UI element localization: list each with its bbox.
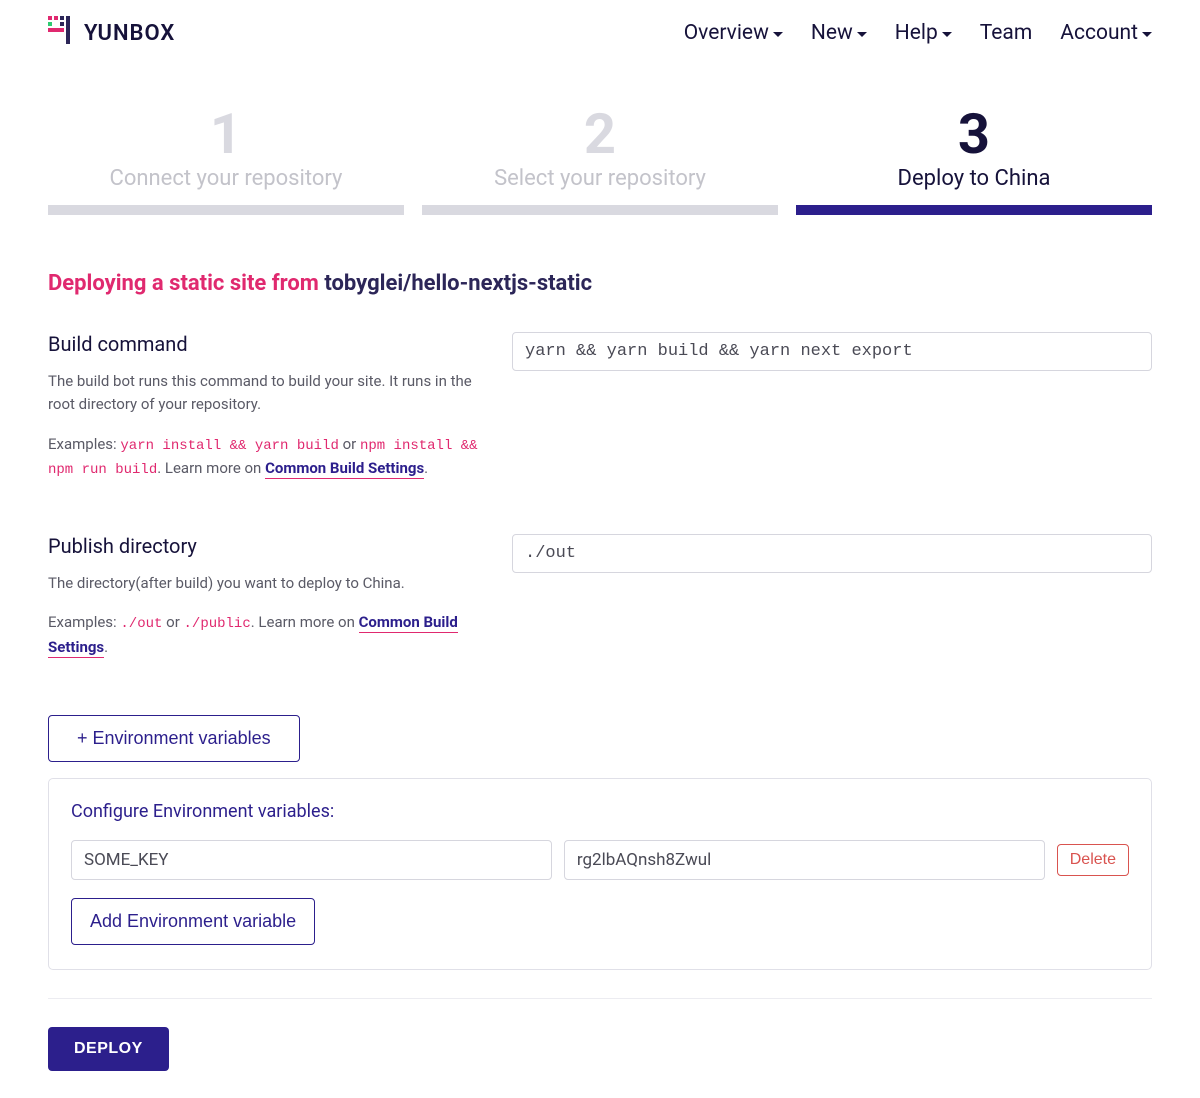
- env-var-delete-button[interactable]: Delete: [1057, 844, 1129, 876]
- heading-repo: tobyglei/hello-nextjs-static: [324, 271, 592, 296]
- env-var-key-input[interactable]: [71, 840, 552, 880]
- step-number: 3: [796, 106, 1152, 162]
- env-vars-panel: Configure Environment variables: Delete …: [48, 778, 1152, 970]
- step-bar: [48, 205, 404, 215]
- publish-directory-examples: Examples: ./out or ./public. Learn more …: [48, 611, 488, 659]
- logo-mark-icon: [48, 16, 78, 50]
- build-command-label: Build command: [48, 332, 488, 356]
- page-title: Deploying a static site from tobyglei/he…: [48, 271, 1152, 296]
- learn-text: . Learn more on: [157, 459, 265, 477]
- nav-help[interactable]: Help: [895, 21, 952, 45]
- caret-down-icon: [773, 32, 783, 37]
- env-vars-toggle[interactable]: + Environment variables: [48, 715, 300, 762]
- nav-overview[interactable]: Overview: [684, 21, 783, 45]
- build-command-examples: Examples: yarn install && yarn build or …: [48, 433, 488, 482]
- examples-prefix: Examples:: [48, 435, 120, 453]
- step-number: 2: [422, 106, 778, 162]
- step-1: 1 Connect your repository: [48, 106, 404, 215]
- publish-directory-label: Publish directory: [48, 534, 488, 558]
- env-vars-title: Configure Environment variables:: [71, 801, 1129, 822]
- build-command-help: The build bot runs this command to build…: [48, 370, 488, 417]
- learn-text: . Learn more on: [251, 613, 359, 631]
- examples-or: or: [162, 613, 183, 631]
- step-label: Connect your repository: [48, 166, 404, 191]
- caret-down-icon: [942, 32, 952, 37]
- publish-directory-input[interactable]: [512, 534, 1152, 573]
- build-command-input[interactable]: [512, 332, 1152, 371]
- step-number: 1: [48, 106, 404, 162]
- common-build-settings-link[interactable]: Common Build Settings: [265, 459, 424, 479]
- env-var-value-input[interactable]: [564, 840, 1045, 880]
- nav-account-label: Account: [1060, 21, 1138, 45]
- nav-overview-label: Overview: [684, 21, 769, 45]
- heading-prefix: Deploying a static site from: [48, 271, 324, 296]
- example-code: ./public: [184, 616, 251, 632]
- caret-down-icon: [1142, 32, 1152, 37]
- logo-text: YUNBOX: [84, 21, 175, 46]
- nav-team-label: Team: [980, 21, 1033, 45]
- example-code: yarn install && yarn build: [120, 438, 338, 454]
- logo[interactable]: YUNBOX: [48, 16, 175, 50]
- top-nav: Overview New Help Team Account: [684, 21, 1152, 45]
- publish-directory-help: The directory(after build) you want to d…: [48, 572, 488, 595]
- publish-directory-row: Publish directory The directory(after bu…: [48, 534, 1152, 675]
- step-bar: [796, 205, 1152, 215]
- nav-new-label: New: [811, 21, 853, 45]
- example-code: ./out: [120, 616, 162, 632]
- separator: [48, 998, 1152, 999]
- deploy-button[interactable]: DEPLOY: [48, 1027, 169, 1071]
- nav-team[interactable]: Team: [980, 21, 1033, 45]
- step-bar: [422, 205, 778, 215]
- examples-or: or: [339, 435, 360, 453]
- step-label: Select your repository: [422, 166, 778, 191]
- period: .: [424, 459, 428, 477]
- step-label: Deploy to China: [796, 166, 1152, 191]
- examples-prefix: Examples:: [48, 613, 120, 631]
- nav-account[interactable]: Account: [1060, 21, 1152, 45]
- nav-help-label: Help: [895, 21, 938, 45]
- nav-new[interactable]: New: [811, 21, 867, 45]
- step-2: 2 Select your repository: [422, 106, 778, 215]
- build-command-row: Build command The build bot runs this co…: [48, 332, 1152, 498]
- add-env-var-button[interactable]: Add Environment variable: [71, 898, 315, 945]
- step-progress: 1 Connect your repository 2 Select your …: [48, 106, 1152, 215]
- period: .: [104, 638, 108, 656]
- env-var-row: Delete: [71, 840, 1129, 880]
- caret-down-icon: [857, 32, 867, 37]
- step-3: 3 Deploy to China: [796, 106, 1152, 215]
